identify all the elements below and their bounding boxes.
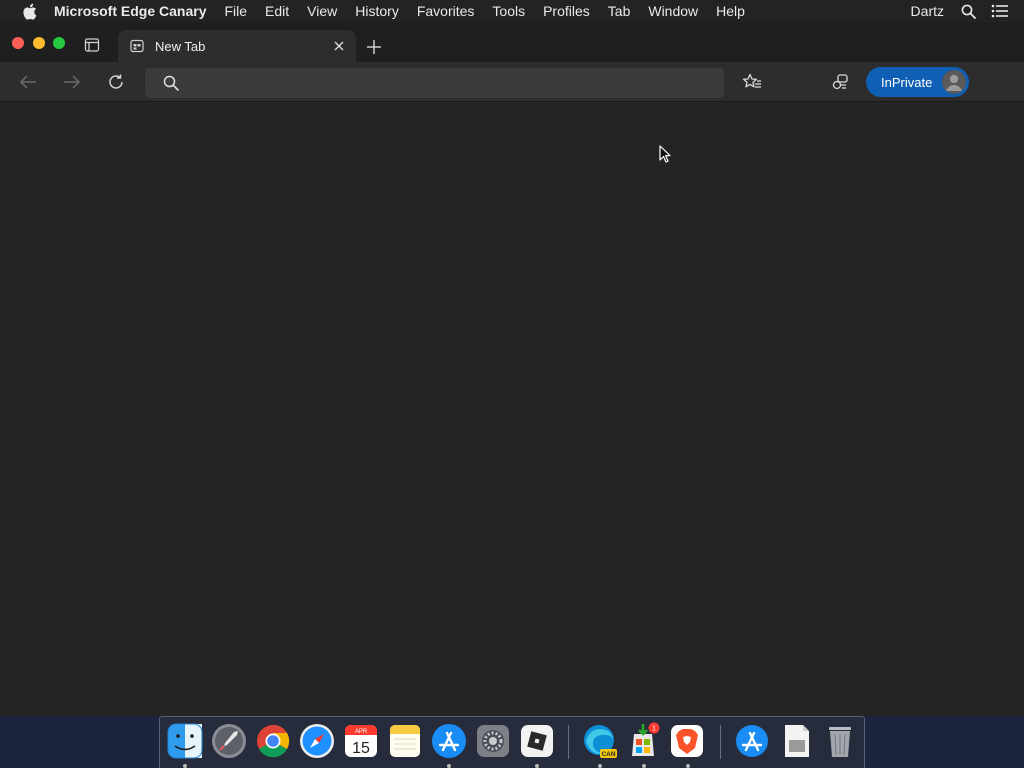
address-input[interactable] — [189, 68, 709, 98]
new-tab-button[interactable] — [364, 37, 384, 57]
menu-edit[interactable]: Edit — [256, 0, 298, 22]
menu-tools[interactable]: Tools — [483, 0, 534, 22]
roblox-icon[interactable] — [518, 722, 556, 760]
safari-icon[interactable] — [298, 722, 336, 760]
app-store-folder-icon[interactable] — [733, 722, 771, 760]
page-content[interactable] — [0, 102, 1024, 716]
calendar-month: APR — [355, 729, 368, 735]
calendar-icon[interactable]: APR 15 — [342, 722, 380, 760]
dock: APR 15 CAN 1 — [159, 716, 865, 768]
inprivate-profile-button[interactable]: InPrivate — [866, 67, 969, 97]
brave-browser-icon[interactable] — [668, 722, 706, 760]
refresh-icon[interactable] — [106, 72, 126, 92]
menu-history[interactable]: History — [346, 0, 408, 22]
apple-icon[interactable] — [18, 3, 40, 20]
edge-canary-running-indicator — [598, 764, 602, 768]
finder-icon[interactable] — [166, 722, 204, 760]
back-arrow-icon[interactable] — [18, 72, 38, 92]
menu-profiles[interactable]: Profiles — [534, 0, 599, 22]
menu-app-name[interactable]: Microsoft Edge Canary — [52, 0, 215, 22]
control-center-icon[interactable] — [990, 0, 1010, 22]
spotlight-search-icon[interactable] — [958, 0, 978, 22]
system-preferences-icon[interactable] — [474, 722, 512, 760]
address-bar[interactable] — [145, 68, 724, 98]
mouse-cursor-icon — [659, 145, 671, 163]
tab-title: New Tab — [155, 38, 206, 54]
tab-actions-icon[interactable] — [84, 37, 102, 55]
new-tab-page-icon — [129, 38, 145, 54]
navigation-toolbar: InPrivate — [0, 62, 1024, 102]
menu-bar: Microsoft Edge Canary File Edit View His… — [0, 0, 1024, 22]
microsoft-store-installer-icon[interactable]: 1 — [624, 722, 662, 760]
menubar-user-name[interactable]: Dartz — [903, 3, 952, 19]
menubar-status-area: Dartz — [903, 0, 1024, 22]
menu-tab[interactable]: Tab — [599, 0, 640, 22]
store-notification-badge: 1 — [652, 726, 656, 733]
dock-separator — [568, 725, 569, 759]
document-preview-icon[interactable] — [777, 722, 815, 760]
collections-icon[interactable] — [830, 72, 850, 92]
app-store-running-indicator — [447, 764, 451, 768]
launchpad-icon[interactable] — [210, 722, 248, 760]
roblox-running-indicator — [535, 764, 539, 768]
menu-favorites[interactable]: Favorites — [408, 0, 484, 22]
close-tab-icon[interactable] — [331, 38, 347, 54]
finder-running-indicator — [183, 764, 187, 768]
favorites-icon[interactable] — [742, 72, 762, 92]
forward-arrow-icon[interactable] — [62, 72, 82, 92]
chrome-icon[interactable] — [254, 722, 292, 760]
menu-help[interactable]: Help — [707, 0, 754, 22]
profile-avatar-icon — [942, 70, 966, 94]
window-close-button[interactable] — [12, 37, 24, 49]
menu-view[interactable]: View — [298, 0, 346, 22]
search-icon — [163, 75, 179, 91]
calendar-day: 15 — [352, 740, 370, 757]
inprivate-label: InPrivate — [881, 74, 933, 90]
window-maximize-button[interactable] — [53, 37, 65, 49]
brave-running-indicator — [686, 764, 690, 768]
tab-new-tab[interactable]: New Tab — [118, 30, 356, 62]
tab-strip: New Tab — [0, 22, 1024, 62]
notes-icon[interactable] — [386, 722, 424, 760]
edge-canary-icon[interactable]: CAN — [580, 722, 618, 760]
menu-file[interactable]: File — [215, 0, 256, 22]
browser-window: New Tab InPrivate — [0, 22, 1024, 716]
trash-icon[interactable] — [821, 722, 859, 760]
menu-window[interactable]: Window — [639, 0, 707, 22]
store-running-indicator — [642, 764, 646, 768]
edge-canary-badge-text: CAN — [601, 751, 615, 758]
app-store-icon[interactable] — [430, 722, 468, 760]
window-minimize-button[interactable] — [33, 37, 45, 49]
dock-separator-2 — [720, 725, 721, 759]
